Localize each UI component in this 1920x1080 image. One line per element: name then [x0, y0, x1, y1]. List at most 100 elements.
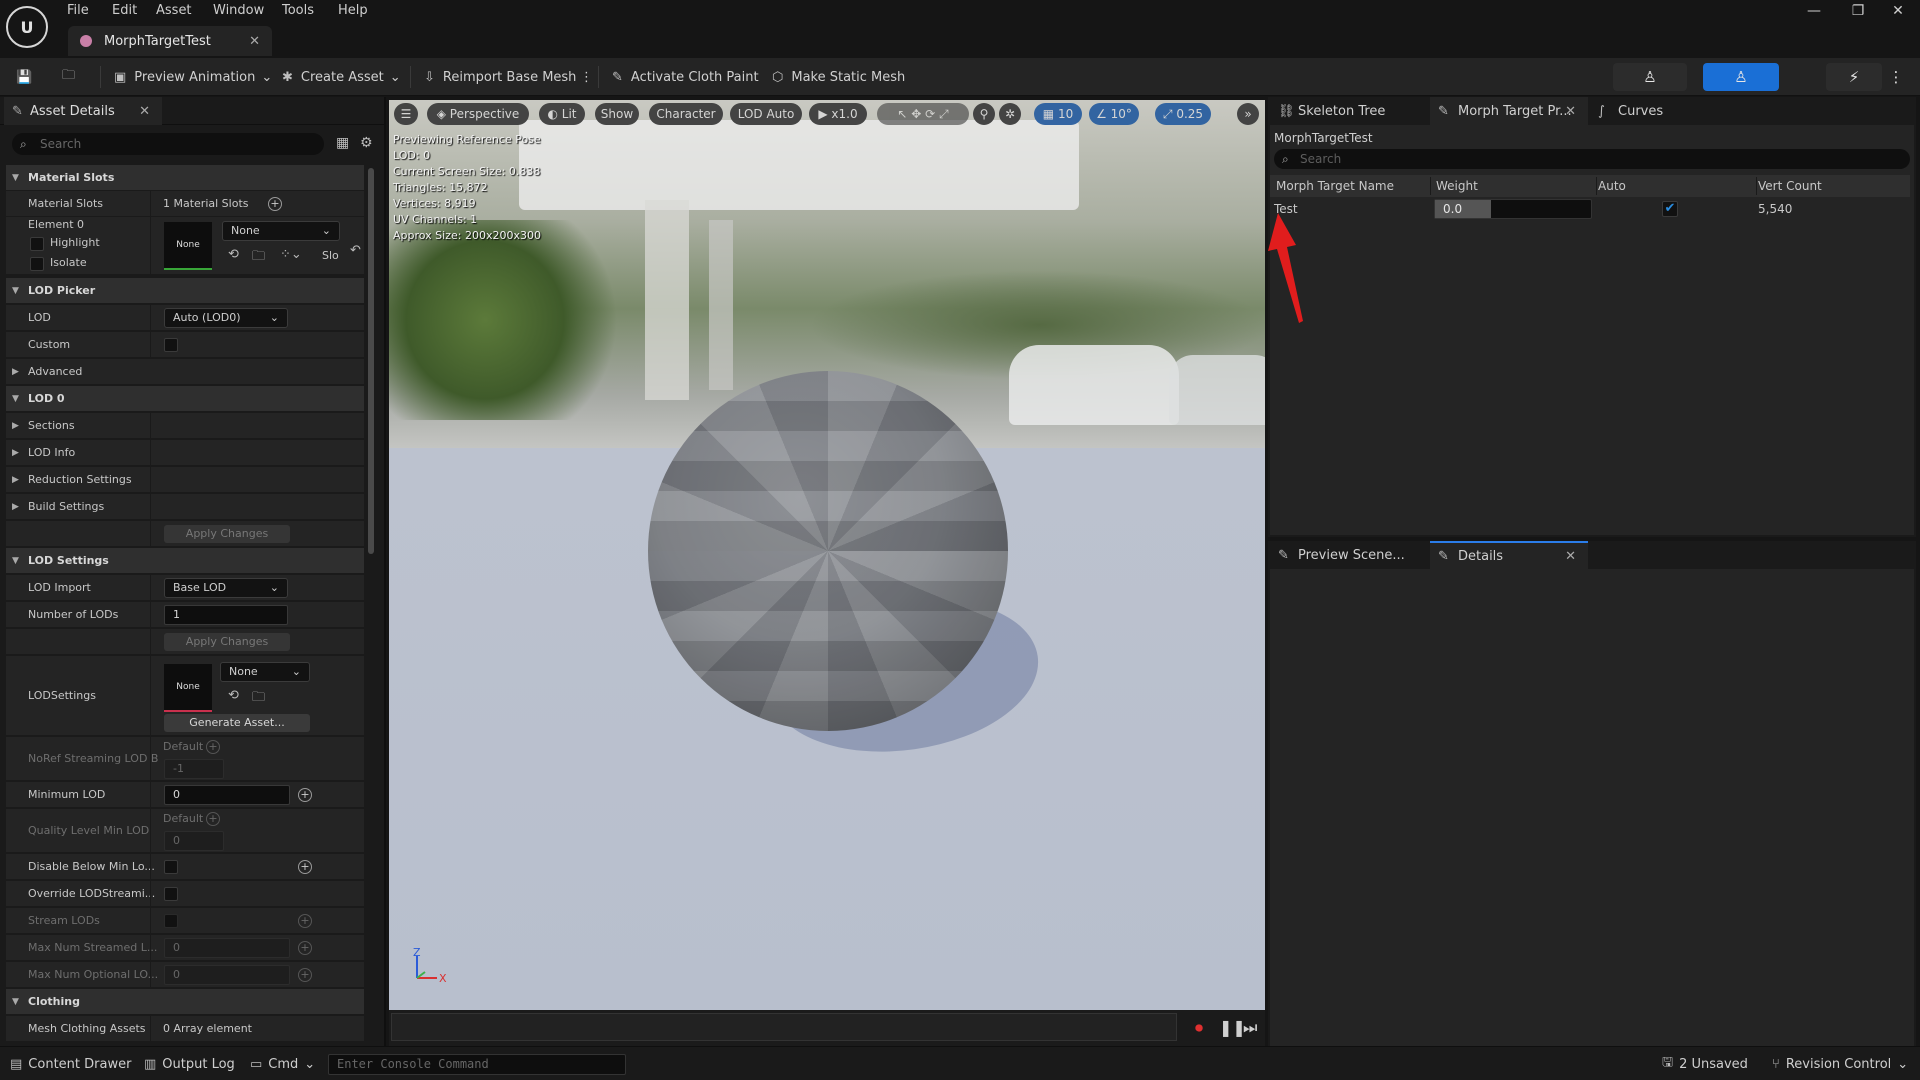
- minimum-lod-input[interactable]: 0: [164, 785, 290, 805]
- apply-changes-button[interactable]: Apply Changes: [164, 525, 290, 543]
- preview-animation-button[interactable]: ▣ Preview Animation ⌄: [108, 64, 278, 90]
- menu-window[interactable]: Window: [213, 0, 264, 22]
- category-material-slots[interactable]: ▼ Material Slots: [6, 165, 364, 191]
- add-icon[interactable]: +: [298, 860, 312, 874]
- save-button[interactable]: 💾: [10, 64, 46, 90]
- maximize-button[interactable]: ❐: [1836, 0, 1880, 24]
- category-clothing[interactable]: ▼ Clothing: [6, 989, 364, 1015]
- reimport-base-mesh-button[interactable]: ⇩ Reimport Base Mesh: [418, 64, 582, 90]
- lod-import-dropdown[interactable]: Base LOD ⌄: [164, 578, 288, 598]
- menu-help[interactable]: Help: [338, 0, 368, 22]
- menu-edit[interactable]: Edit: [112, 0, 137, 22]
- close-window-button[interactable]: ✕: [1876, 0, 1920, 24]
- lodsettings-dropdown[interactable]: None ⌄: [220, 662, 310, 682]
- add-icon[interactable]: +: [206, 740, 220, 754]
- document-tab[interactable]: MorphTargetTest ✕: [68, 26, 272, 56]
- material-thumbnail[interactable]: None: [164, 222, 212, 270]
- search-input[interactable]: ⌕ Search: [12, 133, 324, 155]
- camera-icon[interactable]: ⚲: [973, 103, 995, 125]
- tab-preview-scene[interactable]: ✎ Preview Scene...: [1270, 541, 1428, 569]
- use-selected-icon[interactable]: ⟲: [228, 688, 239, 703]
- column-morph-target-name[interactable]: Morph Target Name: [1276, 175, 1394, 197]
- revision-control-button[interactable]: ⑂ Revision Control ⌄: [1772, 1053, 1908, 1075]
- lod-auto-button[interactable]: LOD Auto: [730, 103, 802, 125]
- material-dropdown[interactable]: None ⌄: [222, 221, 340, 241]
- disable-below-checkbox[interactable]: [164, 860, 178, 874]
- options-icon[interactable]: ⁘⌄: [280, 247, 302, 262]
- cmd-dropdown[interactable]: ▭ Cmd ⌄: [250, 1053, 315, 1075]
- character-button[interactable]: Character: [649, 103, 723, 125]
- menu-tools[interactable]: Tools: [282, 0, 314, 22]
- row-build-settings[interactable]: ▶ Build Settings: [6, 494, 364, 520]
- override-streaming-checkbox[interactable]: [164, 887, 178, 901]
- menu-file[interactable]: File: [67, 0, 89, 22]
- browse-button[interactable]: 🗀: [56, 64, 89, 90]
- expand-icon[interactable]: »: [1237, 103, 1259, 125]
- grid-snap-button[interactable]: ▦ 10: [1034, 103, 1082, 125]
- activate-cloth-paint-button[interactable]: ✎ Activate Cloth Paint: [606, 64, 765, 90]
- make-static-mesh-button[interactable]: ⬡ Make Static Mesh: [766, 64, 911, 90]
- console-command-input[interactable]: Enter Console Command: [328, 1054, 626, 1075]
- add-icon[interactable]: +: [298, 788, 312, 802]
- tab-morph-target-preview[interactable]: ✎ Morph Target Pr... ✕: [1430, 97, 1588, 125]
- tab-details[interactable]: ✎ Details ✕: [1430, 541, 1588, 569]
- menu-asset[interactable]: Asset: [156, 0, 192, 22]
- max-streamed-input[interactable]: 0: [164, 938, 290, 958]
- noref-input[interactable]: -1: [164, 759, 224, 779]
- add-icon[interactable]: +: [298, 914, 312, 928]
- row-reduction-settings[interactable]: ▶ Reduction Settings: [6, 467, 364, 493]
- morph-search-input[interactable]: ⌕ Search: [1274, 149, 1910, 169]
- close-icon[interactable]: ✕: [1565, 104, 1576, 119]
- skeleton-mode-button[interactable]: ♙: [1613, 63, 1687, 91]
- lodsettings-thumbnail[interactable]: None: [164, 664, 212, 712]
- pause-icon[interactable]: ❚❚: [1219, 1018, 1246, 1037]
- tab-curves[interactable]: ∫ Curves: [1590, 97, 1710, 125]
- add-icon[interactable]: +: [206, 812, 220, 826]
- transform-tools[interactable]: ↖ ✥ ⟳ ⤢: [877, 103, 969, 125]
- minimize-button[interactable]: —: [1792, 0, 1836, 24]
- lod-dropdown[interactable]: Auto (LOD0) ⌄: [164, 308, 288, 328]
- quality-input[interactable]: 0: [164, 831, 224, 851]
- apply-changes-button[interactable]: Apply Changes: [164, 633, 290, 651]
- row-sections[interactable]: ▶ Sections: [6, 413, 364, 439]
- highlight-checkbox[interactable]: [30, 237, 44, 251]
- use-selected-icon[interactable]: ⟲: [228, 247, 239, 262]
- add-icon[interactable]: +: [268, 197, 282, 211]
- unreal-logo-icon[interactable]: U: [6, 6, 48, 48]
- tab-skeleton-tree[interactable]: ⛓ Skeleton Tree: [1270, 97, 1428, 125]
- gear-icon[interactable]: ⚙: [360, 135, 373, 151]
- table-row[interactable]: Test 0.0 ✔ 5,540: [1270, 197, 1910, 221]
- close-icon[interactable]: ✕: [1565, 549, 1576, 564]
- close-icon[interactable]: ✕: [249, 34, 260, 49]
- output-log-button[interactable]: ▥ Output Log: [144, 1053, 235, 1075]
- row-lod-info[interactable]: ▶ LOD Info: [6, 440, 364, 466]
- scale-snap-button[interactable]: ⤢ 0.25: [1155, 103, 1211, 125]
- table-view-icon[interactable]: ▦: [336, 135, 349, 151]
- category-lod-settings[interactable]: ▼ LOD Settings: [6, 548, 364, 574]
- hamburger-menu-icon[interactable]: ☰: [394, 103, 418, 125]
- timeline-scrubber[interactable]: [391, 1013, 1177, 1041]
- add-icon[interactable]: +: [298, 941, 312, 955]
- column-vert-count[interactable]: Vert Count: [1758, 175, 1822, 197]
- left-panel-scrollbar[interactable]: [368, 168, 374, 554]
- stream-lods-checkbox[interactable]: [164, 914, 178, 928]
- preview-sphere-mesh[interactable]: [648, 371, 1008, 731]
- reset-arrow-icon[interactable]: ↶: [350, 243, 361, 258]
- mesh-mode-button[interactable]: ♙: [1703, 63, 1779, 91]
- viewport[interactable]: ☰ ◈ Perspective ◐ Lit Show Character LOD…: [389, 100, 1265, 1010]
- auto-checkbox[interactable]: ✔: [1662, 201, 1678, 217]
- tab-asset-details[interactable]: ✎ Asset Details ✕: [4, 97, 162, 125]
- custom-checkbox[interactable]: [164, 338, 178, 352]
- settings-more-icon[interactable]: ⋮: [1884, 63, 1908, 91]
- more-options-icon[interactable]: ⋮: [574, 64, 599, 90]
- close-icon[interactable]: ✕: [139, 104, 150, 119]
- max-optional-input[interactable]: 0: [164, 965, 290, 985]
- step-forward-icon[interactable]: ⏭: [1243, 1018, 1257, 1038]
- row-advanced[interactable]: ▶ Advanced: [6, 359, 364, 385]
- category-lod-0[interactable]: ▼ LOD 0: [6, 386, 364, 412]
- content-drawer-button[interactable]: ▤ Content Drawer: [10, 1053, 131, 1075]
- number-of-lods-input[interactable]: 1: [164, 605, 288, 625]
- play-speed-button[interactable]: ▶ x1.0: [809, 103, 867, 125]
- unsaved-button[interactable]: 🖫 2 Unsaved: [1662, 1053, 1748, 1075]
- create-asset-button[interactable]: ✱ Create Asset ⌄: [276, 64, 407, 90]
